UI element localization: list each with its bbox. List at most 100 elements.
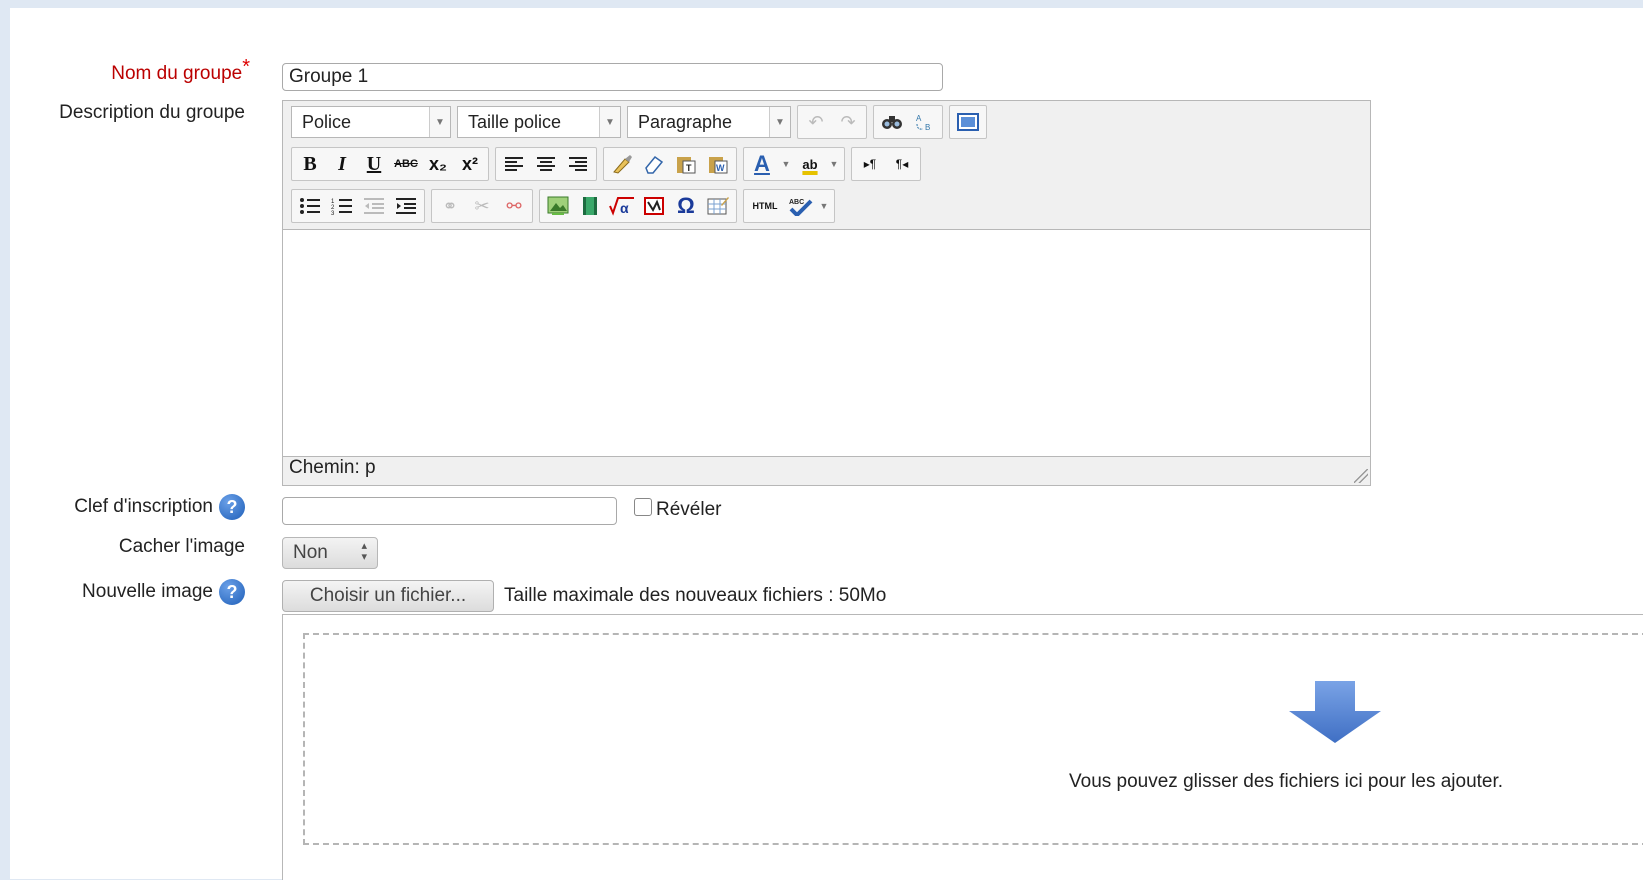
nolink-icon[interactable] [639, 192, 669, 220]
source-group: HTML ABC ▼ [743, 189, 835, 223]
group-description-label: Description du groupe [59, 102, 245, 123]
svg-text:3: 3 [331, 211, 335, 215]
superscript-button[interactable]: x² [455, 150, 485, 178]
svg-text:ABC: ABC [789, 199, 804, 206]
media-icon[interactable] [575, 192, 605, 220]
svg-text:B: B [925, 123, 930, 132]
view-group [949, 105, 987, 139]
drop-zone-text: Vous pouvez glisser des fichiers ici pou… [1069, 771, 1504, 792]
chevron-down-icon: ▼ [429, 107, 450, 137]
group-name-label: Nom du groupe* [70, 56, 250, 85]
help-icon[interactable]: ? [219, 579, 245, 605]
chevron-down-icon: ▼ [599, 107, 620, 137]
svg-text:W: W [716, 163, 725, 173]
svg-text:T: T [686, 163, 692, 173]
italic-button[interactable]: I [327, 150, 357, 178]
resize-handle-icon[interactable] [1354, 469, 1368, 483]
subscript-button[interactable]: x₂ [423, 150, 453, 178]
link-group: ⚭ ✂ ⚯ [431, 189, 533, 223]
clipboard-group: T W [603, 147, 737, 181]
svg-text:A: A [916, 114, 922, 123]
hide-picture-select[interactable]: Non ▴ ▾ [282, 537, 378, 569]
spellcheck-icon[interactable]: ABC [785, 192, 815, 220]
font-size-select[interactable]: Taille police ▼ [457, 106, 621, 138]
chevron-down-icon[interactable]: ▼ [817, 192, 831, 220]
anchor-icon[interactable]: ⚯ [499, 192, 529, 220]
svg-text:α: α [620, 200, 629, 216]
find-icon[interactable] [877, 108, 907, 136]
direction-group: ▸¶ ¶◂ [851, 147, 921, 181]
chevron-down-icon: ▼ [769, 107, 790, 137]
group-name-input[interactable] [282, 63, 943, 91]
chevron-down-icon[interactable]: ▼ [827, 150, 841, 178]
search-group: AB [873, 105, 943, 139]
new-picture-label-text: Nouvelle image [82, 581, 213, 603]
rich-text-editor: Police ▼ Taille police ▼ Paragraphe ▼ ↶ … [282, 100, 1371, 486]
max-file-size-text: Taille maximale des nouveaux fichiers : … [504, 585, 887, 606]
list-group: 123 [291, 189, 425, 223]
toolbar-row-2: B I U ABC x₂ x² T W A ▼ ab ▼ ▸¶ ¶◂ [291, 147, 921, 181]
ltr-button[interactable]: ▸¶ [855, 150, 885, 178]
stepper-icon: ▴ ▾ [361, 540, 367, 563]
strikethrough-button[interactable]: ABC [391, 150, 421, 178]
hide-picture-label: Cacher l'image [118, 536, 245, 557]
fullscreen-icon[interactable] [953, 108, 983, 136]
history-group: ↶ ↷ [797, 105, 867, 139]
hide-picture-value: Non [293, 542, 328, 563]
cleanup-icon[interactable] [607, 150, 637, 178]
outdent-icon[interactable] [359, 192, 389, 220]
font-select[interactable]: Police ▼ [291, 106, 451, 138]
insert-group: α Ω [539, 189, 737, 223]
new-picture-label: Nouvelle image? [20, 579, 245, 605]
link-icon[interactable]: ⚭ [435, 192, 465, 220]
reveal-label: Révéler [656, 499, 722, 520]
file-drop-zone[interactable]: Vous pouvez glisser des fichiers ici pou… [282, 614, 1643, 880]
html-source-button[interactable]: HTML [747, 192, 783, 220]
redo-icon[interactable]: ↷ [833, 108, 863, 136]
bullet-list-icon[interactable] [295, 192, 325, 220]
format-select-label: Paragraphe [638, 111, 733, 132]
align-group [495, 147, 597, 181]
align-left-icon[interactable] [499, 150, 529, 178]
equation-icon[interactable]: α [607, 192, 637, 220]
numbered-list-icon[interactable]: 123 [327, 192, 357, 220]
toolbar-row-1: Police ▼ Taille police ▼ Paragraphe ▼ ↶ … [291, 105, 987, 139]
drop-zone-border [303, 633, 1643, 845]
required-icon: * [242, 56, 250, 78]
underline-button[interactable]: U [359, 150, 389, 178]
align-right-icon[interactable] [563, 150, 593, 178]
enrolment-key-label: Clef d'inscription? [20, 494, 245, 520]
font-color-button[interactable]: A [747, 150, 777, 178]
table-icon[interactable] [703, 192, 733, 220]
down-arrow-icon [1289, 681, 1381, 743]
undo-icon[interactable]: ↶ [801, 108, 831, 136]
editor-path: Chemin: p [289, 457, 376, 478]
paste-text-icon[interactable]: T [671, 150, 701, 178]
highlight-color-button[interactable]: ab [795, 150, 825, 178]
chevron-down-icon[interactable]: ▼ [779, 150, 793, 178]
rtl-button[interactable]: ¶◂ [887, 150, 917, 178]
font-size-select-label: Taille police [468, 111, 562, 132]
enrolment-key-label-text: Clef d'inscription [74, 496, 213, 518]
image-icon[interactable] [543, 192, 573, 220]
enrolment-key-input[interactable] [282, 497, 617, 525]
group-name-label-text: Nom du groupe [111, 63, 243, 84]
replace-icon[interactable]: AB [909, 108, 939, 136]
choose-file-button[interactable]: Choisir un fichier... [282, 580, 494, 612]
eraser-icon[interactable] [639, 150, 669, 178]
toolbar-row-3: 123 ⚭ ✂ ⚯ α Ω HTML ABC ▼ [291, 189, 835, 223]
format-select[interactable]: Paragraphe ▼ [627, 106, 791, 138]
bold-button[interactable]: B [295, 150, 325, 178]
align-center-icon[interactable] [531, 150, 561, 178]
help-icon[interactable]: ? [219, 494, 245, 520]
reveal-checkbox[interactable] [634, 498, 652, 516]
editor-content-area[interactable] [283, 229, 1370, 457]
indent-icon[interactable] [391, 192, 421, 220]
paste-word-icon[interactable]: W [703, 150, 733, 178]
text-style-group: B I U ABC x₂ x² [291, 147, 489, 181]
font-select-label: Police [302, 111, 352, 132]
strikethrough-label: ABC [394, 158, 418, 170]
special-char-button[interactable]: Ω [671, 192, 701, 220]
color-group: A ▼ ab ▼ [743, 147, 845, 181]
unlink-icon[interactable]: ✂ [467, 192, 497, 220]
